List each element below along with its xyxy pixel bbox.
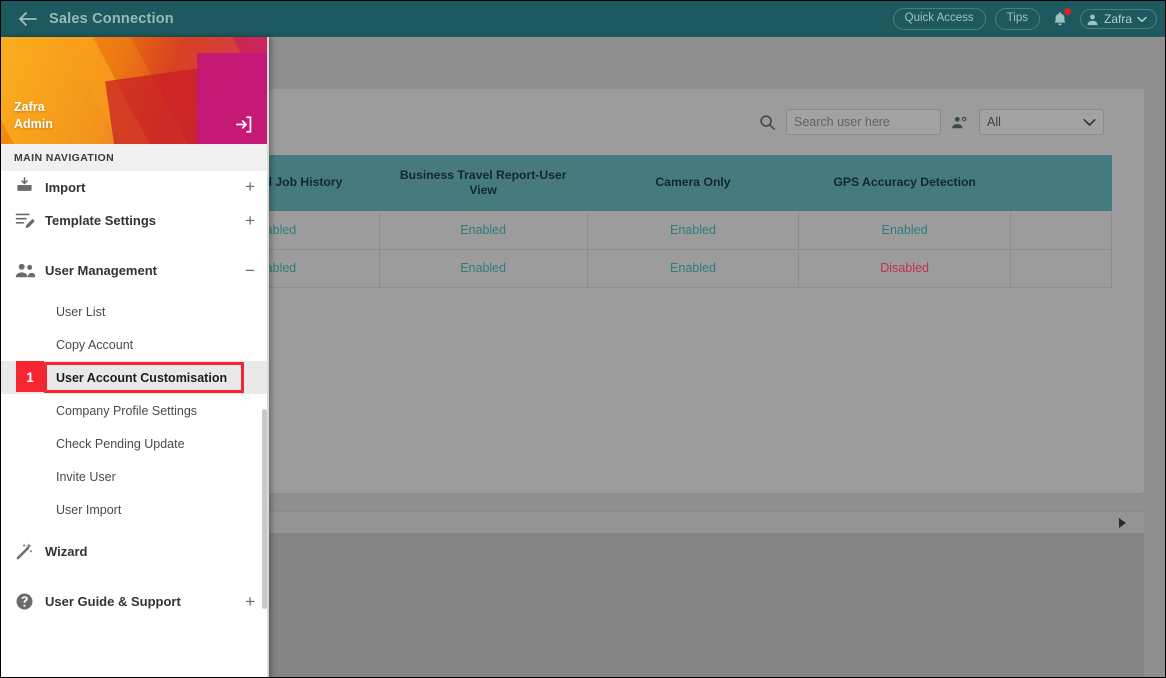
user-menu-label: Zafra [1103, 12, 1132, 26]
expand-toggle[interactable]: + [245, 178, 255, 195]
sidebar-item-wizard[interactable]: Wizard [1, 526, 269, 576]
user-type-select[interactable]: All [979, 109, 1104, 135]
sidebar-item-user-management[interactable]: User Management − [1, 245, 269, 295]
cell-gps-accuracy-detection[interactable]: Enabled [798, 211, 1011, 250]
sidebar-subitem-company-profile-settings[interactable]: Company Profile Settings [1, 394, 269, 427]
sidebar-item-label: User Management [45, 262, 157, 278]
template-settings-icon [15, 211, 45, 229]
back-arrow-icon[interactable] [11, 11, 45, 27]
collapse-toggle[interactable]: − [245, 262, 255, 279]
wizard-wand-icon [15, 542, 45, 561]
expand-toggle[interactable]: + [245, 212, 255, 229]
notification-badge-dot [1063, 8, 1071, 15]
header-actions: Quick Access Tips Zafra [892, 8, 1157, 30]
user-menu-button[interactable]: Zafra [1079, 9, 1157, 29]
user-type-select-value: All [987, 115, 1001, 129]
sidebar-subitem-copy-account[interactable]: Copy Account [1, 328, 269, 361]
tips-button[interactable]: Tips [994, 8, 1040, 30]
banner-decoration [197, 53, 269, 144]
sidebar-subitem-label: User List [56, 304, 106, 319]
sidebar-subitem-label: User Account Customisation [56, 370, 228, 385]
cell-business-travel-report[interactable]: Enabled [379, 249, 588, 288]
sidebar-item-import[interactable]: Import + [1, 171, 269, 195]
navigation-drawer: Zafra Admin MAIN NAVIGATION Import + Tem… [1, 37, 269, 677]
search-input-placeholder: Search user here [794, 115, 890, 129]
cell-partial [1010, 249, 1113, 288]
profile-name: Zafra [14, 100, 45, 114]
sidebar-subitem-user-list[interactable]: User List [1, 295, 269, 328]
import-icon [15, 176, 45, 195]
annotation-step-badge: 1 [16, 361, 44, 392]
cell-gps-accuracy-detection[interactable]: Disabled [798, 249, 1011, 288]
cell-camera-only[interactable]: Enabled [587, 249, 800, 288]
cell-business-travel-report[interactable]: Enabled [379, 211, 588, 250]
quick-access-button[interactable]: Quick Access [892, 8, 986, 30]
sidebar-subitem-label: User Import [56, 502, 122, 517]
sidebar-subitem-user-import[interactable]: User Import [1, 493, 269, 526]
application-window: Sales Connection Quick Access Tips Zafra… [0, 0, 1166, 678]
sidebar-subitem-label: Company Profile Settings [56, 403, 198, 418]
sidebar-item-user-guide-support[interactable]: User Guide & Support + [1, 576, 269, 626]
sidebar-subitem-invite-user[interactable]: Invite User [1, 460, 269, 493]
column-header-camera-only[interactable]: Camera Only [587, 155, 799, 211]
logout-icon[interactable] [234, 115, 253, 134]
expand-toggle[interactable]: + [245, 593, 255, 610]
search-input[interactable]: Search user here [786, 109, 941, 135]
scroll-right-arrow-icon[interactable] [1119, 517, 1126, 528]
sidebar-item-label: Import [45, 180, 86, 195]
nav-scroll-area: Import + Template Settings + User Manage… [1, 171, 269, 677]
search-icon[interactable] [759, 114, 776, 131]
column-header-gps-accuracy-detection[interactable]: GPS Accuracy Detection [798, 155, 1011, 211]
nav-section-title: MAIN NAVIGATION [1, 144, 269, 171]
sidebar-item-template-settings[interactable]: Template Settings + [1, 195, 269, 245]
sidebar-subitem-label: Invite User [56, 469, 116, 484]
sidebar-item-label: Wizard [45, 543, 88, 559]
sidebar-subitem-check-pending-update[interactable]: Check Pending Update [1, 427, 269, 460]
column-header-business-travel-report[interactable]: Business Travel Report-User View [379, 155, 588, 211]
sidebar-item-label: User Guide & Support [45, 593, 181, 609]
help-circle-icon [15, 592, 45, 611]
page-title: Sales Connection [49, 11, 174, 27]
column-header-partial [1010, 155, 1112, 211]
top-header-bar: Sales Connection Quick Access Tips Zafra [1, 1, 1165, 37]
avatar-icon [1086, 13, 1099, 26]
sidebar-subitem-label: Copy Account [56, 337, 134, 352]
chevron-down-icon [1137, 16, 1147, 23]
profile-role: Admin [14, 117, 53, 131]
sidebar-right-edge [267, 37, 269, 677]
cell-partial [1010, 211, 1113, 250]
chevron-down-icon [1083, 118, 1096, 127]
user-filter-icon[interactable] [951, 115, 969, 130]
search-filter-group: Search user here All [759, 109, 1104, 135]
user-management-icon [15, 262, 45, 279]
sidebar-item-label: Template Settings [45, 212, 157, 228]
annotated-nav-target: User Account Customisation 1 [1, 361, 269, 394]
sidebar-subitem-label: Check Pending Update [56, 436, 185, 451]
notification-bell-icon[interactable] [1049, 8, 1071, 30]
cell-camera-only[interactable]: Enabled [587, 211, 800, 250]
profile-banner: Zafra Admin [1, 37, 269, 144]
